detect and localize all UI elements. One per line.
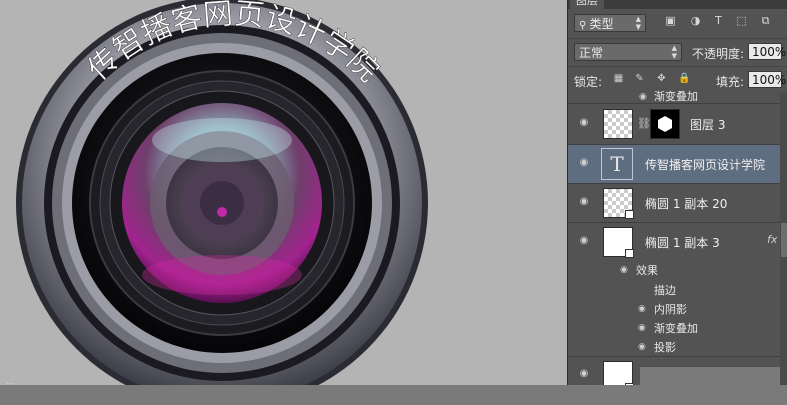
effect-partial-label: 渐变叠加 [654, 90, 698, 103]
layer-row[interactable]: ◉ 椭圆 1 副本 3 fx [568, 223, 780, 261]
adjustment-icon[interactable]: ◑ [689, 14, 702, 27]
layer-thumbnail [603, 188, 634, 219]
layer-name: 椭圆 1 副本 20 [645, 197, 728, 211]
effect-drop-shadow[interactable]: 投影 [654, 339, 676, 355]
layers-list: ◉ 渐变叠加 ◉ ⛓ 图层 3 ◉ T 传智播客网页设计学院 ◉ 椭圆 1 副本… [568, 90, 787, 385]
image-icon[interactable]: ▣ [664, 14, 677, 27]
eye-icon[interactable]: ◉ [577, 158, 591, 168]
effect-gradient-overlay[interactable]: 渐变叠加 [654, 320, 698, 336]
filter-kind-select[interactable]: ⚲ 类型 ▲ ▼ [574, 14, 646, 32]
eye-icon[interactable]: ◉ [577, 236, 591, 246]
lock-all-icon[interactable]: 🔒 [678, 73, 690, 84]
status-text: ... [6, 377, 14, 386]
camera-lens-artwork: 传智播客网页设计学院 [16, 0, 428, 385]
overlay-bar [640, 367, 780, 385]
status-bar [0, 385, 787, 405]
eye-icon[interactable]: ◉ [577, 197, 591, 207]
shape-badge-icon [625, 383, 634, 385]
eye-icon[interactable]: ◉ [620, 266, 631, 275]
opacity-label: 不透明度: [692, 47, 745, 61]
blend-mode-label: 正常 [579, 46, 604, 60]
text-icon[interactable]: T [712, 14, 725, 27]
lock-pixels-icon[interactable]: ✎ [634, 73, 645, 84]
link-icon[interactable]: ⛓ [637, 117, 651, 130]
scrollbar-thumb[interactable] [781, 223, 787, 257]
blend-opacity-row: 正常 ▲ ▼ 不透明度: 100% [568, 38, 787, 65]
layer-row[interactable]: ◉ 椭圆 1 副本 20 [568, 184, 780, 223]
text-layer-icon: T [601, 148, 633, 180]
layer-partial-row: ◉ 渐变叠加 [568, 90, 780, 104]
layer-row[interactable]: ◉ ⛓ 图层 3 [568, 104, 780, 145]
opacity-input[interactable]: 100% [748, 43, 786, 60]
layer-name: 传智播客网页设计学院 [645, 158, 766, 172]
document-canvas[interactable]: 传智播客网页设计学院 [0, 0, 567, 385]
layer-name: 图层 3 [690, 118, 726, 132]
layer-thumbnail [603, 227, 634, 258]
select-arrows-icon: ▲ ▼ [671, 44, 677, 60]
eye-icon[interactable]: ◉ [639, 93, 650, 102]
fill-label: 填充: [716, 75, 745, 89]
eye-icon[interactable]: ◉ [638, 305, 649, 314]
blend-mode-select[interactable]: 正常 ▲ ▼ [574, 43, 682, 61]
smart-object-icon[interactable]: ⧉ [759, 14, 772, 27]
layers-panel: 图层 ⚲ 类型 ▲ ▼ ▣ ◑ T ⬚ ⧉ 正常 ▲ ▼ 不透明度: 100% 锁定… [567, 0, 787, 385]
layer-row-selected[interactable]: ◉ T 传智播客网页设计学院 [568, 145, 780, 184]
layer-thumbnail [603, 109, 633, 139]
eye-icon[interactable]: ◉ [638, 343, 649, 352]
search-icon: ⚲ [579, 20, 590, 31]
effect-stroke[interactable]: 描边 [654, 282, 676, 298]
shape-badge-icon [625, 210, 634, 219]
effects-header: 效果 [636, 264, 658, 277]
lock-label: 锁定: [574, 75, 603, 89]
fx-icon[interactable]: fx [767, 233, 777, 246]
effect-inner-shadow[interactable]: 内阴影 [654, 301, 687, 317]
hexagon-icon [658, 116, 672, 132]
tab-layers[interactable]: 图层 [570, 0, 604, 9]
eye-icon[interactable]: ◉ [638, 324, 649, 333]
select-arrows-icon: ▲ ▼ [635, 15, 641, 31]
filter-kind-label: 类型 [589, 17, 614, 31]
panel-tab-strip: 图层 [568, 0, 787, 9]
shape-badge-icon [625, 249, 634, 258]
layer-mask-thumbnail[interactable] [650, 109, 680, 139]
lock-position-icon[interactable]: ✥ [656, 73, 667, 84]
eye-icon[interactable]: ◉ [577, 369, 591, 379]
fill-input[interactable]: 100% [748, 71, 786, 88]
layer-filter-row: ⚲ 类型 ▲ ▼ ▣ ◑ T ⬚ ⧉ [568, 10, 787, 36]
layers-scrollbar[interactable] [780, 93, 787, 385]
eye-icon[interactable]: ◉ [577, 118, 591, 128]
shape-icon[interactable]: ⬚ [735, 14, 748, 27]
lock-transparent-icon[interactable]: ▦ [613, 73, 624, 84]
layer-thumbnail [603, 361, 634, 385]
layer-name: 椭圆 1 副本 3 [645, 236, 720, 250]
layer-row-partial[interactable]: ◉ [568, 356, 780, 385]
